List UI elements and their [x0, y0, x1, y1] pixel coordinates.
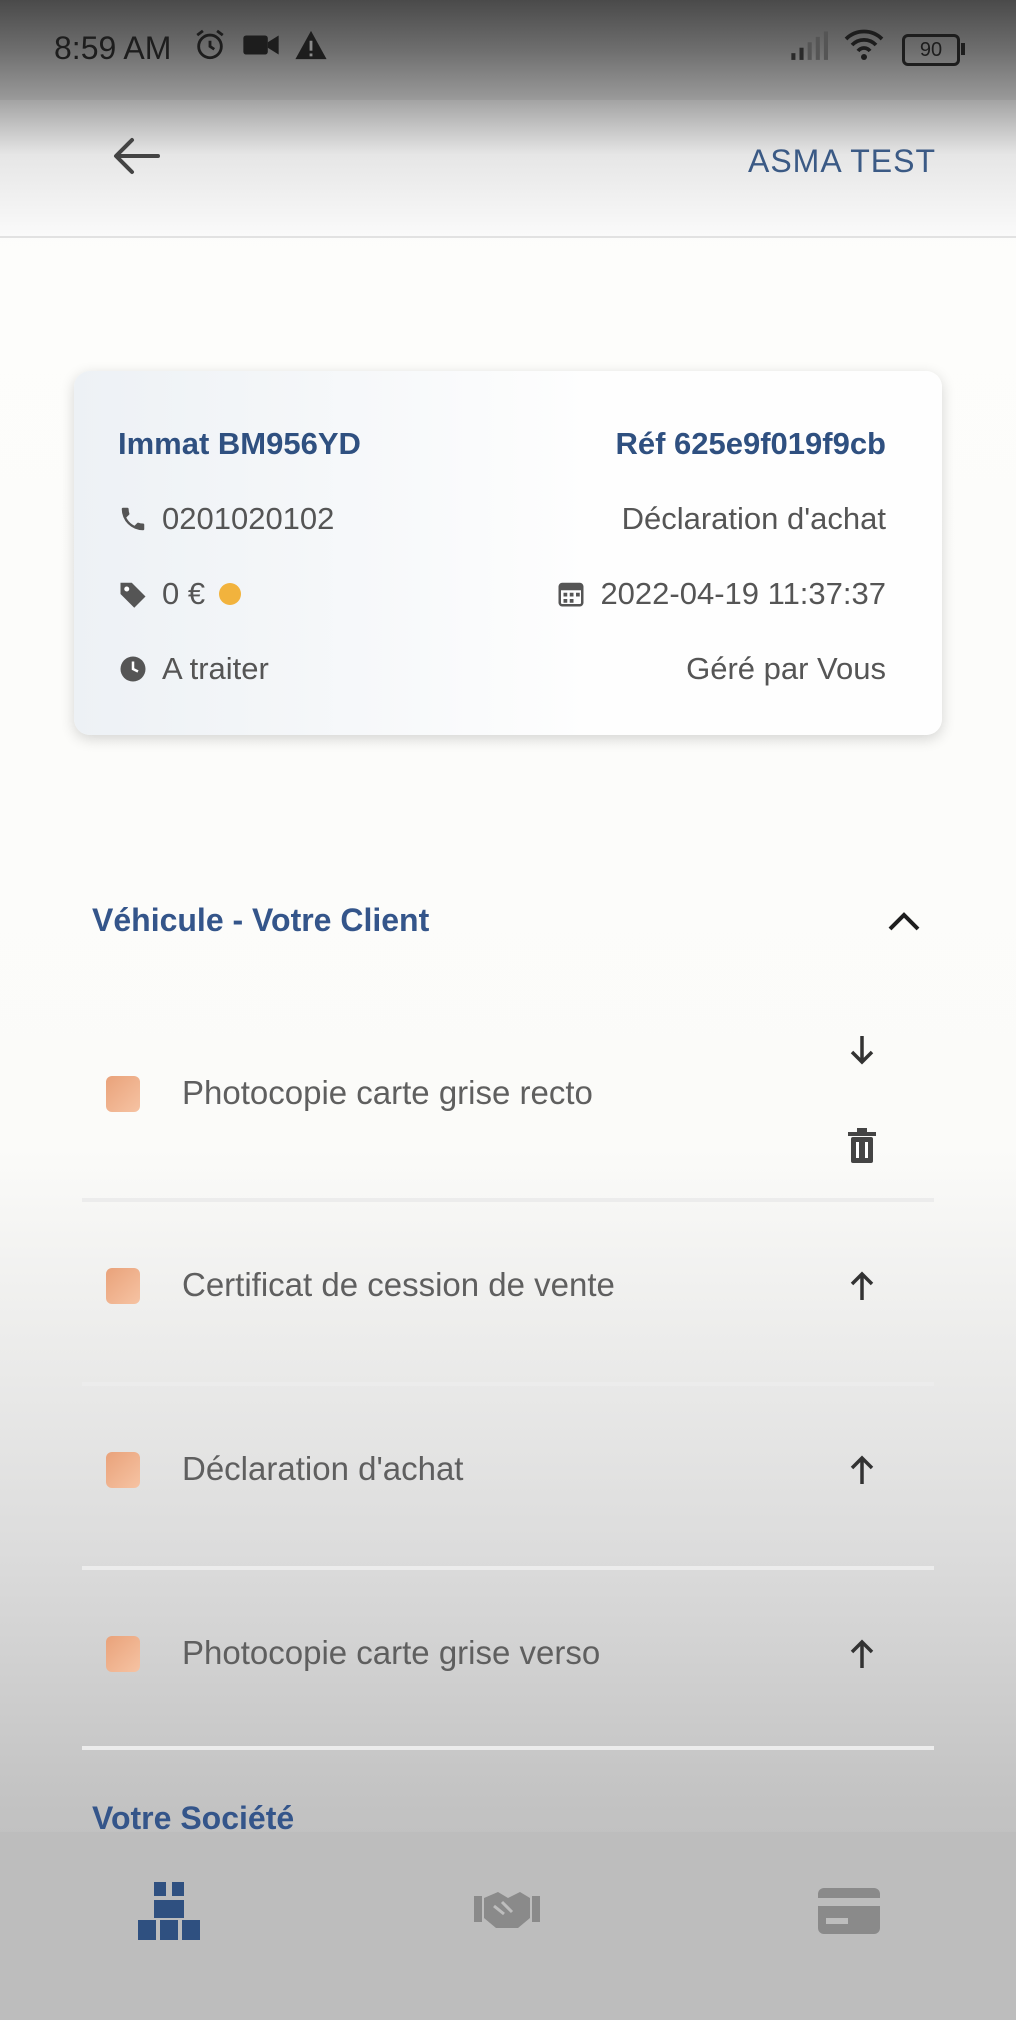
document-row[interactable]: Photocopie carte grise recto [82, 1012, 934, 1202]
dossier-type: Déclaration d'achat [621, 501, 886, 536]
managed-by: Géré par Vous [686, 651, 886, 686]
status-dot [219, 583, 242, 605]
arrow-up-icon[interactable] [842, 1266, 882, 1306]
document-row[interactable]: Certificat de cession de vente [82, 1202, 934, 1386]
dossier-card[interactable]: Immat BM956YD Réf 625e9f019f9cb 02010201… [74, 371, 942, 735]
card-row-status: A traiter Géré par Vous [118, 646, 886, 692]
handshake-icon[interactable] [472, 1880, 542, 1942]
status-text: A traiter [162, 651, 269, 686]
document-label: Photocopie carte grise recto [182, 1074, 593, 1111]
status-bar: 8:59 AM 90 [0, 0, 1016, 100]
user-name[interactable]: ASMA TEST [748, 143, 936, 180]
back-arrow-icon[interactable] [112, 136, 162, 176]
status-time: 8:59 AM [54, 30, 172, 66]
document-label: Certificat de cession de vente [182, 1266, 615, 1303]
document-label: Photocopie carte grise verso [182, 1634, 601, 1671]
price: 0 € [162, 576, 206, 611]
datetime: 2022-04-19 11:37:37 [600, 576, 886, 611]
image-icon [106, 1452, 140, 1488]
video-camera-icon [243, 35, 279, 55]
card-row-header: Immat BM956YD Réf 625e9f019f9cb [118, 421, 886, 467]
battery-icon: 90 [902, 34, 960, 66]
ref-label: Réf 625e9f019f9cb [615, 426, 886, 461]
wifi-icon [844, 29, 884, 60]
arrow-down-icon[interactable] [842, 1030, 882, 1070]
tag-icon [120, 582, 146, 608]
document-row[interactable]: Déclaration d'achat [82, 1386, 934, 1570]
bottom-nav [0, 1832, 1016, 2020]
warning-icon [295, 30, 327, 60]
immat-label: Immat BM956YD [118, 426, 361, 461]
arrow-up-icon[interactable] [842, 1634, 882, 1674]
document-label: Déclaration d'achat [182, 1450, 464, 1487]
image-icon [106, 1636, 140, 1672]
trash-icon[interactable] [842, 1126, 882, 1166]
battery-level: 90 [919, 39, 943, 61]
calendar-icon [558, 582, 584, 607]
phone-icon [121, 507, 145, 531]
warehouse-icon[interactable] [134, 1880, 204, 1942]
card-row-phone: 0201020102 Déclaration d'achat [118, 496, 886, 542]
alarm-icon [196, 29, 224, 60]
image-icon [106, 1268, 140, 1304]
chevron-up-icon[interactable] [884, 905, 924, 935]
credit-card-icon[interactable] [814, 1880, 884, 1942]
arrow-up-icon[interactable] [842, 1450, 882, 1490]
image-icon [106, 1076, 140, 1112]
signal-icon [791, 31, 828, 60]
phone-number: 0201020102 [162, 501, 335, 536]
document-row[interactable]: Photocopie carte grise verso [82, 1570, 934, 1750]
clock-icon [120, 656, 146, 682]
section-title: Véhicule - Votre Client [92, 901, 430, 938]
battery-tip [961, 43, 965, 55]
card-row-price: 0 € 2022-04-19 11:37:37 [118, 571, 886, 617]
section-vehicule-header[interactable]: Véhicule - Votre Client [92, 890, 924, 950]
